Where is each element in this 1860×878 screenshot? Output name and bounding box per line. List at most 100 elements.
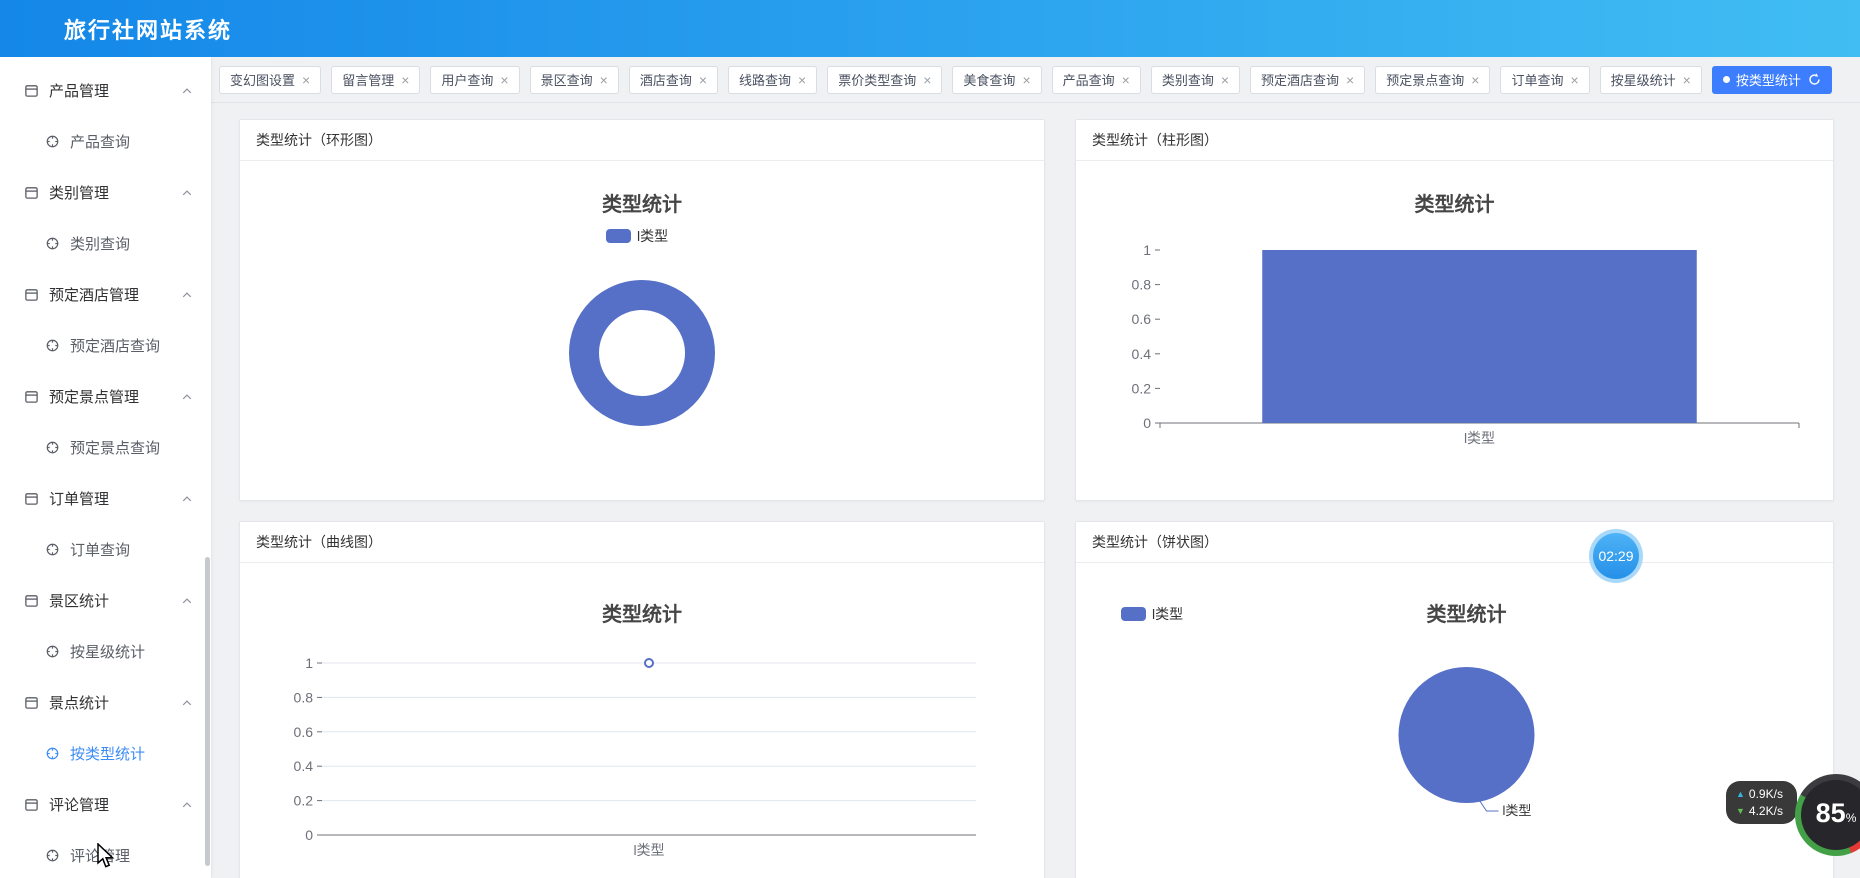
svg-text:0.2: 0.2 [1132,380,1152,396]
close-icon[interactable]: × [1346,73,1354,87]
compass-icon [45,644,60,659]
tab-10[interactable]: 预定酒店查询 × [1250,65,1366,94]
sidebar-group-1[interactable]: 类别管理 [0,167,211,218]
chevron-up-icon [181,289,193,301]
tab-14[interactable]: 按类型统计 [1711,65,1832,94]
sidebar-item-label: 类别查询 [70,236,131,253]
sidebar-item-label: 订单查询 [70,542,131,559]
close-icon[interactable]: × [600,73,608,87]
close-icon[interactable]: × [923,73,931,87]
sidebar-item-g2-c0[interactable]: 预定酒店查询 [0,320,211,371]
svg-text:0: 0 [1143,415,1151,431]
tab-3[interactable]: 景区查询 × [529,65,619,94]
chevron-up-icon [181,697,193,709]
chevron-up-icon [181,493,193,505]
svg-text:0.4: 0.4 [294,758,314,774]
module-icon [24,695,39,710]
sidebar-group-6[interactable]: 景点统计 [0,677,211,728]
sidebar-group-0[interactable]: 产品管理 [0,65,211,116]
tab-8[interactable]: 产品查询 × [1051,65,1141,94]
active-dot-icon [1722,76,1730,83]
module-icon [24,797,39,812]
panel-title: 类型统计（饼状图） [1076,522,1833,563]
recording-timer-badge[interactable]: 02:29 [1589,529,1643,583]
sidebar-item-label: 预定酒店查询 [70,338,161,355]
compass-icon [45,236,60,251]
tab-4[interactable]: 酒店查询 × [628,65,719,94]
upload-speed: 0.9K/s [1748,787,1783,801]
svg-text:1: 1 [1143,242,1151,258]
svg-text:0.8: 0.8 [1132,277,1152,293]
content-area: 变幻图设置 × 留言管理 × 用户查询 × 景区查询 × 酒店查询 × 线路查询 × 票价类型查询 × 美食… [211,57,1860,878]
tab-label: 按星级统计 [1610,73,1676,88]
close-icon[interactable]: × [1221,73,1229,87]
chart-canvas-1: 类型统计 0 0.2 0.4 0.6 0.8 1 l类型 [1076,161,1833,500]
sidebar-item-label: 产品查询 [70,134,131,151]
chevron-up-icon [181,85,193,97]
refresh-icon[interactable] [1808,73,1821,86]
tab-12[interactable]: 订单查询 × [1500,65,1590,94]
chart-canvas-2: 类型统计 0 0.2 0.4 0.6 0.8 1 l类型 [240,563,1044,878]
sidebar-item-g1-c0[interactable]: 类别查询 [0,218,211,269]
tab-0[interactable]: 变幻图设置 × [219,65,322,94]
sidebar-group-7[interactable]: 评论管理 [0,779,211,830]
sidebar-group-5[interactable]: 景区统计 [0,575,211,626]
battery-percent-sign: % [1845,811,1857,825]
close-icon[interactable]: × [1122,73,1130,87]
close-icon[interactable]: × [1022,73,1030,87]
tab-label: 留言管理 [342,73,395,88]
tab-label: 订单查询 [1511,73,1564,88]
recording-timer-text: 02:29 [1593,533,1639,579]
sidebar-group-2[interactable]: 预定酒店管理 [0,269,211,320]
tab-11[interactable]: 预定景点查询 × [1375,65,1491,94]
sidebar-item-g3-c0[interactable]: 预定景点查询 [0,422,211,473]
chevron-up-icon [181,187,193,199]
close-icon[interactable]: × [500,73,508,87]
svg-text:类型统计: 类型统计 [602,192,682,216]
tab-label: 用户查询 [441,73,494,88]
panels-grid: 类型统计（环形图） 类型统计 l类型 类型统计（柱形图） 类型统计 0 0.2 0.4 0.6 0… [211,103,1860,878]
svg-text:0.6: 0.6 [1132,311,1152,327]
close-icon[interactable]: × [1683,73,1691,87]
chevron-up-icon [181,391,193,403]
tab-label: 产品查询 [1062,73,1115,88]
close-icon[interactable]: × [302,73,310,87]
sidebar-group-label: 评论管理 [49,797,110,814]
svg-text:0.4: 0.4 [1132,346,1152,362]
sidebar-group-3[interactable]: 预定景点管理 [0,371,211,422]
tab-6[interactable]: 票价类型查询 × [827,65,943,94]
app-header: 旅行社网站系统 [0,0,1860,57]
close-icon[interactable]: × [798,73,806,87]
tab-5[interactable]: 线路查询 × [728,65,818,94]
tab-label: 票价类型查询 [838,73,917,88]
sidebar-group-label: 产品管理 [49,83,110,100]
tab-1[interactable]: 留言管理 × [331,65,421,94]
sidebar-group-label: 景区统计 [49,593,110,610]
sidebar-group-4[interactable]: 订单管理 [0,473,211,524]
chart-svg-pie-donut: 类型统计 l类型 [569,192,715,426]
sidebar-scrollbar[interactable] [205,557,210,866]
tab-9[interactable]: 类别查询 × [1150,65,1241,94]
sidebar-item-g4-c0[interactable]: 订单查询 [0,524,211,575]
svg-text:0.8: 0.8 [294,689,314,705]
svg-text:l类型: l类型 [633,842,664,858]
close-icon[interactable]: × [1471,73,1479,87]
tab-label: 酒店查询 [639,73,692,88]
close-icon[interactable]: × [699,73,707,87]
tab-13[interactable]: 按星级统计 × [1599,65,1702,94]
sidebar: 产品管理产品查询类别管理类别查询预定酒店管理预定酒店查询预定景点管理 预定景点查询… [0,57,211,878]
close-icon[interactable]: × [1570,73,1578,87]
tab-7[interactable]: 美食查询 × [952,65,1042,94]
tab-label: 按类型统计 [1735,73,1801,88]
close-icon[interactable]: × [401,73,409,87]
sidebar-item-g5-c0[interactable]: 按星级统计 [0,626,211,677]
sidebar-item-label: 按类型统计 [70,746,146,763]
upload-arrow-icon: ▲ [1736,788,1745,799]
sidebar-item-g0-c0[interactable]: 产品查询 [0,116,211,167]
panel-title: 类型统计（环形图） [240,120,1044,161]
compass-icon [45,338,60,353]
sidebar-item-g6-c0[interactable]: 按类型统计 [0,728,211,779]
module-icon [24,389,39,404]
tab-2[interactable]: 用户查询 × [430,65,520,94]
download-speed: 4.2K/s [1748,804,1783,818]
